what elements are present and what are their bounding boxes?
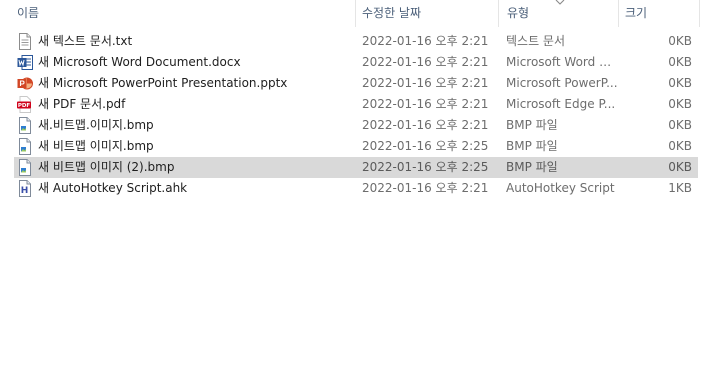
- file-explorer-list-view: 이름 수정한 날짜 유형 크기 새 텍스트 문서.txt 2022-01-16 오…: [0, 0, 706, 387]
- file-size: 0KB: [668, 160, 692, 174]
- file-modified-date: 2022-01-16 오후 2:21: [362, 181, 489, 195]
- file-modified-date: 2022-01-16 오후 2:25: [362, 160, 489, 174]
- file-row[interactable]: 새 비트맵 이미지 (2).bmp 2022-01-16 오후 2:25 BMP 파…: [14, 157, 698, 178]
- bitmap-image-icon: [17, 117, 33, 134]
- file-modified-date: 2022-01-16 오후 2:21: [362, 118, 489, 132]
- file-size: 0KB: [668, 97, 692, 111]
- file-modified-date: 2022-01-16 오후 2:21: [362, 55, 489, 69]
- sort-chevron-down-icon: [555, 0, 565, 5]
- file-name: 새 AutoHotkey Script.ahk: [38, 181, 188, 195]
- file-modified-date: 2022-01-16 오후 2:21: [362, 76, 489, 90]
- column-header-name[interactable]: 이름: [10, 0, 354, 27]
- file-type: Microsoft PowerP...: [506, 76, 618, 90]
- file-type: AutoHotkey Script: [506, 181, 615, 195]
- file-type: BMP 파일: [506, 139, 558, 153]
- file-row[interactable]: 새.비트맵.이미지.bmp 2022-01-16 오후 2:21 BMP 파일 0KB: [14, 115, 698, 136]
- word-document-icon: [17, 54, 33, 71]
- file-row[interactable]: 새 텍스트 문서.txt 2022-01-16 오후 2:21 텍스트 문서 0KB: [14, 31, 698, 52]
- file-type: BMP 파일: [506, 160, 558, 174]
- autohotkey-script-icon: H: [17, 180, 33, 197]
- bitmap-image-icon: [17, 138, 33, 155]
- file-type: 텍스트 문서: [506, 34, 566, 48]
- file-type: Microsoft Word D...: [506, 55, 618, 69]
- powerpoint-icon: [17, 75, 33, 92]
- file-row[interactable]: 새 Microsoft Word Document.docx 2022-01-16…: [14, 52, 698, 73]
- file-modified-date: 2022-01-16 오후 2:21: [362, 34, 489, 48]
- column-divider[interactable]: [699, 0, 700, 27]
- file-name: 새.비트맵.이미지.bmp: [38, 118, 154, 132]
- file-row[interactable]: PDF 새 PDF 문서.pdf 2022-01-16 오후 2:21 Microso…: [14, 94, 698, 115]
- file-size: 0KB: [668, 118, 692, 132]
- column-header-bar: 이름 수정한 날짜 유형 크기: [0, 0, 706, 27]
- column-divider[interactable]: [498, 0, 499, 27]
- file-size: 0KB: [668, 139, 692, 153]
- file-size: 0KB: [668, 55, 692, 69]
- file-row[interactable]: 새 비트맵 이미지.bmp 2022-01-16 오후 2:25 BMP 파일 0KB: [14, 136, 698, 157]
- file-type: BMP 파일: [506, 118, 558, 132]
- file-row[interactable]: 새 Microsoft PowerPoint Presentation.pptx…: [14, 73, 698, 94]
- column-header-size[interactable]: 크기: [618, 0, 700, 27]
- file-name: 새 비트맵 이미지.bmp: [38, 139, 154, 153]
- file-name: 새 PDF 문서.pdf: [38, 97, 126, 111]
- svg-text:H: H: [21, 186, 29, 196]
- file-size: 0KB: [668, 34, 692, 48]
- file-row[interactable]: H 새 AutoHotkey Script.ahk 2022-01-16 오후 2:…: [14, 178, 698, 199]
- file-name: 새 텍스트 문서.txt: [38, 34, 133, 48]
- file-name: 새 Microsoft Word Document.docx: [38, 55, 241, 69]
- file-size: 0KB: [668, 76, 692, 90]
- pdf-icon: PDF: [17, 96, 33, 113]
- text-document-icon: [17, 33, 33, 50]
- file-modified-date: 2022-01-16 오후 2:25: [362, 139, 489, 153]
- file-size: 1KB: [668, 181, 692, 195]
- file-name: 새 Microsoft PowerPoint Presentation.pptx: [38, 76, 288, 90]
- column-header-date[interactable]: 수정한 날짜: [355, 0, 498, 27]
- file-type: Microsoft Edge P...: [506, 97, 616, 111]
- svg-text:PDF: PDF: [18, 103, 31, 109]
- file-modified-date: 2022-01-16 오후 2:21: [362, 97, 489, 111]
- bitmap-image-icon: [17, 159, 33, 176]
- file-name: 새 비트맵 이미지 (2).bmp: [38, 160, 175, 174]
